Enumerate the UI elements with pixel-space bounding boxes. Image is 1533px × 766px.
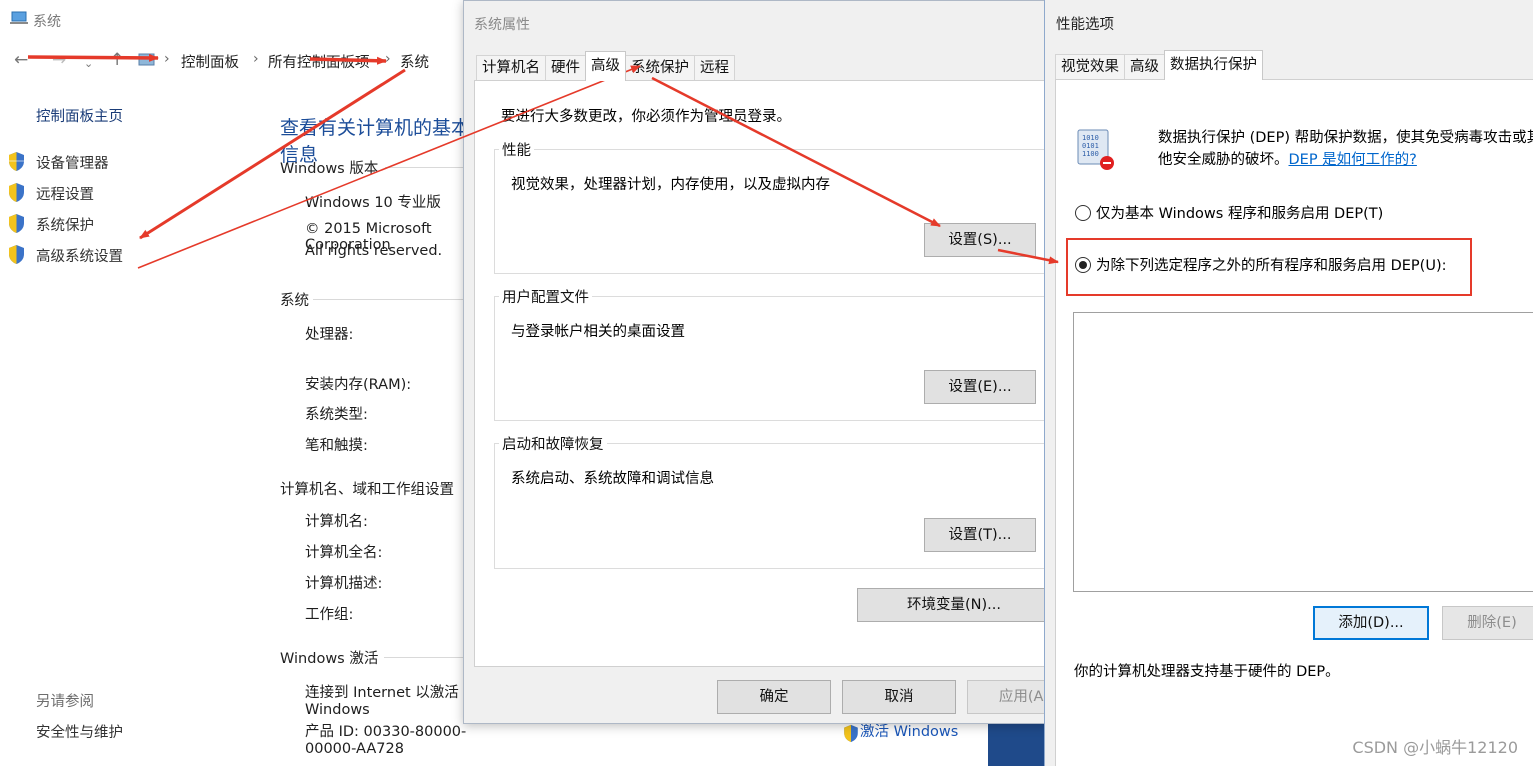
computer-name-label: 计算机名: — [305, 514, 368, 530]
breadcrumb-separator-icon: › — [253, 51, 259, 67]
see-also-title: 另请参阅 — [36, 694, 94, 710]
advanced-tab-panel: 要进行大多数更改，你必须作为管理员登录。 性能 视觉效果，处理器计划，内存使用，… — [474, 80, 1064, 667]
breadcrumb-system[interactable]: 系统 — [400, 51, 429, 72]
dep-exception-list[interactable] — [1073, 312, 1533, 592]
tab-bar: 计算机名 硬件 高级 系统保护 远程 — [476, 51, 735, 81]
hardware-dep-support-text: 你的计算机处理器支持基于硬件的 DEP。 — [1074, 664, 1340, 680]
annotation-highlight-box — [1066, 238, 1472, 296]
dep-how-it-works-link[interactable]: DEP 是如何工作的? — [1289, 152, 1417, 168]
rights-text: All rights reserved. — [305, 243, 443, 259]
environment-variables-button[interactable]: 环境变量(N)... — [857, 588, 1051, 622]
uac-shield-icon — [9, 245, 24, 264]
section-divider — [385, 167, 470, 168]
section-divider — [384, 657, 470, 658]
tab-data-execution-prevention[interactable]: 数据执行保护 — [1164, 50, 1263, 80]
csdn-watermark: CSDN @小蜗牛12120 — [1352, 738, 1518, 757]
performance-group: 性能 视觉效果，处理器计划，内存使用，以及虚拟内存 设置(S)... — [494, 139, 1064, 274]
user-profiles-settings-button[interactable]: 设置(E)... — [924, 370, 1036, 404]
user-profiles-group-title: 用户配置文件 — [499, 286, 592, 307]
tab-advanced[interactable]: 高级 — [1124, 54, 1165, 80]
dep-description-line2: 他安全威胁的破坏。DEP 是如何工作的? — [1158, 152, 1417, 168]
section-computer-name: 计算机名、域和工作组设置 — [280, 482, 454, 498]
tab-visual-effects[interactable]: 视觉效果 — [1055, 54, 1125, 80]
svg-text:1100: 1100 — [1082, 150, 1099, 158]
dialog-title: 性能选项 — [1056, 17, 1114, 33]
sidebar-item-advanced-system-settings[interactable]: 高级系统设置 — [36, 245, 123, 266]
performance-group-title: 性能 — [499, 139, 534, 160]
tab-advanced[interactable]: 高级 — [585, 51, 626, 81]
startup-recovery-group: 启动和故障恢复 系统启动、系统故障和调试信息 设置(T)... — [494, 433, 1064, 569]
performance-settings-button[interactable]: 设置(S)... — [924, 223, 1036, 257]
section-system: 系统 — [280, 293, 309, 309]
product-id: 产品 ID: 00330-80000-00000-AA728 — [305, 724, 467, 757]
uac-shield-icon — [844, 724, 858, 743]
system-window-title: 系统 — [33, 14, 61, 30]
dep-binary-shield-icon: 1010 0101 1100 — [1077, 129, 1114, 170]
sidebar-link-security-maintenance[interactable]: 安全性与维护 — [36, 721, 123, 742]
radio-dep-basic-label[interactable]: 仅为基本 Windows 程序和服务启用 DEP(T) — [1096, 202, 1383, 223]
uac-shield-icon — [9, 152, 24, 171]
breadcrumb-all-items[interactable]: 所有控制面板项 — [268, 51, 370, 72]
breadcrumb-separator-icon: › — [385, 51, 391, 67]
section-activation: Windows 激活 — [280, 651, 379, 667]
uac-shield-icon — [9, 183, 24, 202]
full-computer-name-label: 计算机全名: — [305, 545, 383, 561]
activation-link-area: 激活 Windows — [838, 724, 988, 766]
breadcrumb-control-panel[interactable]: 控制面板 — [181, 51, 239, 72]
performance-description: 视觉效果，处理器计划，内存使用，以及虚拟内存 — [511, 177, 830, 193]
chevron-down-icon[interactable]: ⌄ — [84, 54, 93, 74]
startup-recovery-group-title: 启动和故障恢复 — [499, 433, 607, 454]
breadcrumb-separator-icon: › — [164, 51, 170, 67]
up-arrow-icon[interactable]: ↑ — [110, 50, 124, 70]
sidebar-item-system-protection[interactable]: 系统保护 — [36, 214, 94, 235]
control-panel-icon — [138, 53, 155, 66]
sidebar-control-panel-home[interactable]: 控制面板主页 — [36, 105, 123, 126]
system-window-titlebar: 系统 — [0, 0, 470, 38]
system-control-panel-window: 系统 ← → ⌄ ↑ › 控制面板 › 所有控制面板项 › 系统 控制面板主页 … — [0, 0, 470, 766]
ok-button[interactable]: 确定 — [717, 680, 831, 714]
forward-arrow-icon[interactable]: → — [52, 50, 66, 70]
tab-system-protection[interactable]: 系统保护 — [625, 55, 695, 81]
pen-touch-label: 笔和触摸: — [305, 438, 368, 454]
computer-icon — [10, 11, 28, 24]
performance-options-dialog: 性能选项 视觉效果 高级 数据执行保护 1010 0101 1100 数据执行保… — [1044, 0, 1533, 766]
add-button[interactable]: 添加(D)... — [1313, 606, 1429, 640]
remove-button[interactable]: 删除(E) — [1442, 606, 1533, 640]
admin-note: 要进行大多数更改，你必须作为管理员登录。 — [501, 109, 791, 125]
workgroup-label: 工作组: — [305, 607, 354, 623]
activation-status: 连接到 Internet 以激活 Windows — [305, 685, 459, 718]
system-properties-dialog: 系统属性 计算机名 硬件 高级 系统保护 远程 要进行大多数更改，你必须作为管理… — [463, 0, 1081, 724]
radio-dep-basic[interactable] — [1075, 205, 1091, 221]
windows-edition-value: Windows 10 专业版 — [305, 195, 441, 211]
system-type-label: 系统类型: — [305, 407, 368, 423]
tab-bar: 视觉效果 高级 数据执行保护 — [1055, 50, 1263, 80]
computer-description-label: 计算机描述: — [305, 576, 383, 592]
user-profiles-group: 用户配置文件 与登录帐户相关的桌面设置 设置(E)... — [494, 286, 1064, 421]
sidebar-item-device-manager[interactable]: 设备管理器 — [36, 152, 109, 173]
section-windows-edition: Windows 版本 — [280, 161, 379, 177]
sidebar-item-remote-settings[interactable]: 远程设置 — [36, 183, 94, 204]
startup-recovery-settings-button[interactable]: 设置(T)... — [924, 518, 1036, 552]
dialog-title: 系统属性 — [474, 17, 530, 33]
tab-remote[interactable]: 远程 — [694, 55, 735, 81]
user-profiles-description: 与登录帐户相关的桌面设置 — [511, 324, 685, 340]
tab-hardware[interactable]: 硬件 — [545, 55, 586, 81]
back-arrow-icon[interactable]: ← — [14, 50, 28, 70]
svg-text:0101: 0101 — [1082, 142, 1099, 150]
cancel-button[interactable]: 取消 — [842, 680, 956, 714]
processor-label: 处理器: — [305, 327, 354, 343]
startup-recovery-description: 系统启动、系统故障和调试信息 — [511, 471, 714, 487]
svg-text:1010: 1010 — [1082, 134, 1099, 142]
tab-computer-name[interactable]: 计算机名 — [476, 55, 546, 81]
dep-description-line1: 数据执行保护 (DEP) 帮助保护数据，使其免受病毒攻击或其 — [1158, 130, 1533, 146]
uac-shield-icon — [9, 214, 24, 233]
ram-label: 安装内存(RAM): — [305, 377, 412, 393]
section-divider — [313, 299, 470, 300]
